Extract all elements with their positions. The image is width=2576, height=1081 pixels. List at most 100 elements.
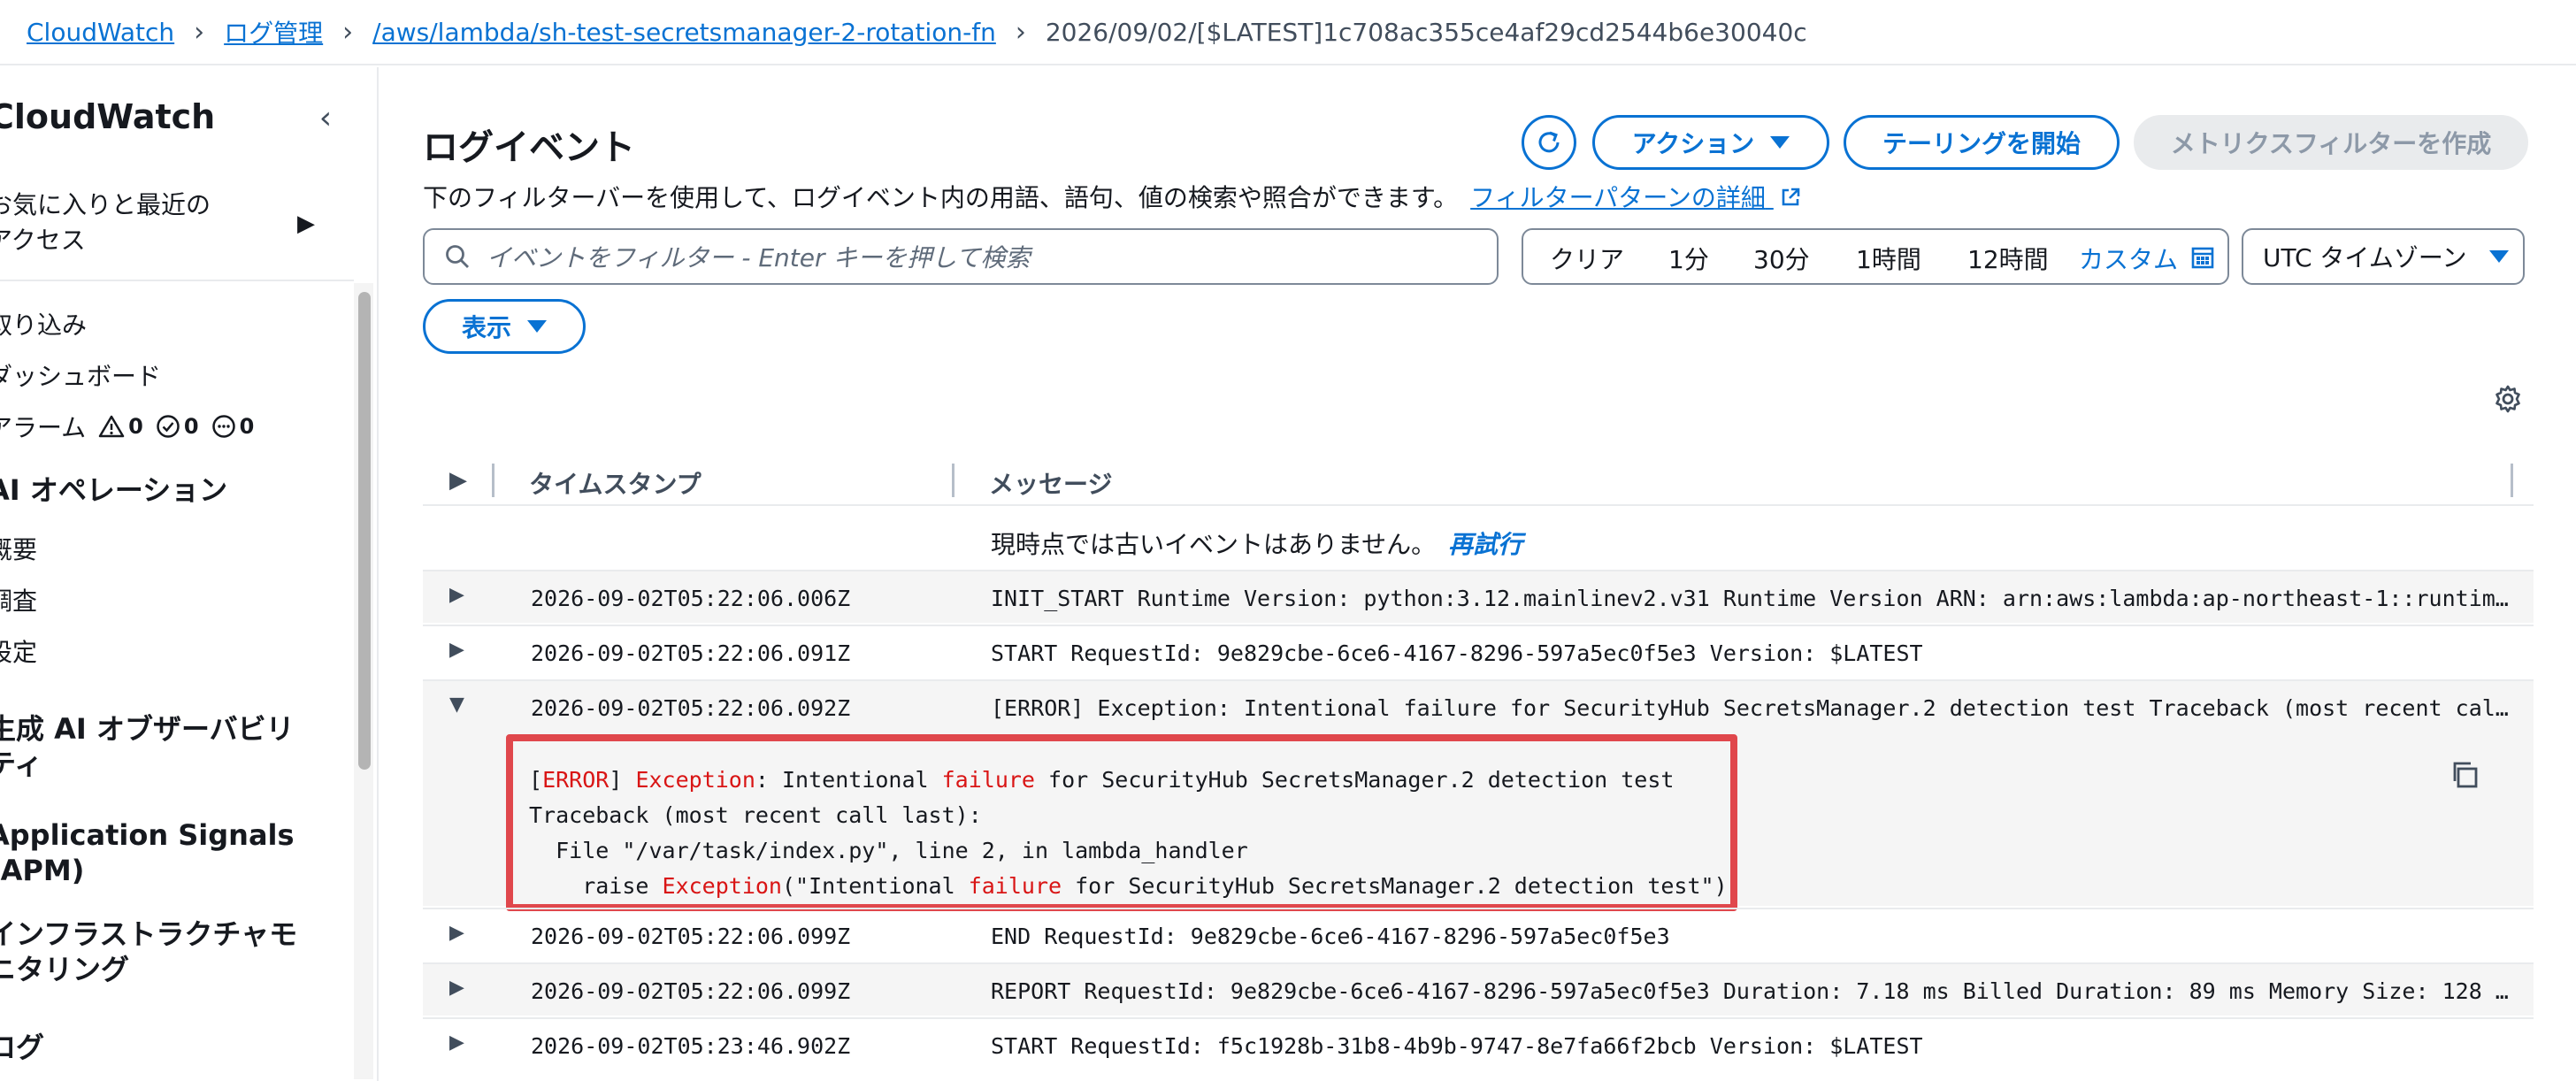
caret-right-icon[interactable]: ▶ — [449, 1031, 464, 1054]
check-circle-icon — [157, 415, 180, 438]
ellipsis-circle-icon — [211, 415, 235, 438]
breadcrumb-cloudwatch[interactable]: CloudWatch — [27, 18, 174, 47]
copy-icon[interactable] — [2449, 759, 2480, 791]
range-custom[interactable]: カスタム — [2079, 241, 2178, 276]
sidebar-item-label: Application Signals — [0, 818, 295, 852]
row-timestamp: 2026-09-02T05:22:06.091Z — [531, 640, 851, 666]
sidebar-section-ai-ops[interactable]: AI オペレーション — [0, 472, 227, 508]
actions-button[interactable]: アクション — [1592, 115, 1829, 170]
column-divider[interactable] — [2511, 464, 2513, 497]
caret-down-icon — [527, 320, 547, 333]
caret-right-icon[interactable]: ▶ — [449, 639, 464, 661]
range-30m[interactable]: 30分 — [1753, 241, 1810, 276]
gear-icon[interactable] — [2493, 384, 2523, 414]
calendar-icon[interactable] — [2190, 245, 2215, 270]
caret-right-icon[interactable]: ▶ — [449, 922, 464, 944]
sidebar-item-overview[interactable]: 概要 — [0, 531, 37, 566]
caret-down-icon — [2489, 250, 2510, 263]
range-1m[interactable]: 1分 — [1668, 241, 1709, 276]
alarm-count: 0 — [128, 414, 143, 439]
row-message: INIT_START Runtime Version: python:3.12.… — [991, 586, 2521, 611]
alarm-count: 0 — [183, 414, 199, 439]
caret-right-icon[interactable]: ▶ — [449, 977, 464, 999]
breadcrumb-log-group[interactable]: /aws/lambda/sh-test-secretsmanager-2-rot… — [372, 18, 996, 47]
table-row[interactable]: ▶ 2026-09-02T05:22:06.091Z START Request… — [423, 625, 2534, 678]
row-message: [ERROR] Exception: Intentional failure f… — [991, 695, 2521, 721]
column-header-message[interactable]: メッセージ — [989, 465, 1112, 501]
actions-button-label: アクション — [1631, 129, 1755, 158]
time-range-selector: クリア 1分 30分 1時間 12時間 カスタム — [1522, 228, 2229, 285]
sidebar-section-infra-monitoring[interactable]: インフラストラクチャモ ニタリング — [0, 916, 297, 987]
description-text: 下のフィルターバーを使用して、ログイベント内の用語、語句、値の検索や照合ができま… — [423, 183, 1459, 212]
timezone-select[interactable]: UTC タイムゾーン — [2242, 228, 2525, 285]
external-link-icon — [1782, 188, 1800, 206]
column-header-timestamp[interactable]: タイムスタンプ — [529, 465, 702, 501]
alarm-badge-ok: 0 — [156, 414, 199, 439]
column-divider[interactable] — [952, 464, 954, 497]
alarm-count: 0 — [239, 414, 255, 439]
sidebar-item-label: お気に入りと最近の — [0, 190, 211, 219]
expand-all-icon[interactable]: ▶ — [449, 467, 467, 494]
row-timestamp: 2026-09-02T05:22:06.092Z — [531, 695, 851, 721]
warning-icon — [98, 415, 125, 438]
sidebar-item-label: アラーム — [0, 413, 87, 442]
sidebar-title: CloudWatch — [0, 97, 216, 136]
table-row[interactable]: ▶ 2026-09-02T05:23:46.902Z START Request… — [423, 1017, 2534, 1070]
sidebar-item-investigate[interactable]: 調査 — [0, 582, 37, 617]
view-button-label: 表示 — [461, 313, 511, 342]
sidebar-section-application-signals[interactable]: Application Signals (APM) — [0, 817, 295, 888]
sidebar-item-settings[interactable]: 設定 — [0, 633, 37, 669]
row-timestamp: 2026-09-02T05:22:06.006Z — [531, 586, 851, 611]
chevron-right-icon: › — [1015, 16, 1026, 48]
chevron-right-icon: › — [194, 16, 205, 48]
error-annotation-box — [506, 734, 1737, 911]
sidebar-item-alarm[interactable]: アラーム 0 0 0 — [0, 409, 254, 444]
sidebar-item-dashboard[interactable]: ダッシュボード — [0, 357, 161, 393]
range-12h[interactable]: 12時間 — [1967, 241, 2049, 276]
sidebar-item-label: (APM) — [0, 854, 85, 887]
breadcrumb-log-management[interactable]: ログ管理 — [224, 14, 323, 50]
row-message: END RequestId: 9e829cbe-6ce6-4167-8296-5… — [991, 924, 1670, 949]
row-message: START RequestId: 9e829cbe-6ce6-4167-8296… — [991, 640, 1923, 666]
page-title: ログイベント — [423, 127, 635, 168]
sidebar-item-favorites[interactable]: お気に入りと最近の アクセス — [0, 188, 280, 258]
table-row[interactable]: ▶ 2026-09-02T05:22:06.099Z END RequestId… — [423, 908, 2534, 961]
search-icon — [446, 245, 469, 268]
collapse-icon[interactable]: ‹ — [310, 101, 341, 136]
range-1h[interactable]: 1時間 — [1856, 241, 1921, 276]
filter-pattern-link-label: フィルターパターンの詳細 — [1470, 183, 1766, 212]
sidebar-item-label: ニタリング — [0, 953, 130, 986]
table-row-expanded[interactable]: ▼ 2026-09-02T05:22:06.092Z [ERROR] Excep… — [423, 679, 2534, 732]
alarm-badge-insufficient: 0 — [211, 414, 255, 439]
create-metric-filter-button[interactable]: メトリクスフィルターを作成 — [2134, 115, 2528, 170]
sidebar-section-genai[interactable]: 生成 AI オブザーバビリ ティ — [0, 711, 295, 782]
filter-pattern-link[interactable]: フィルターパターンの詳細 — [1470, 183, 1802, 212]
sidebar-section-logs[interactable]: ログ — [0, 1030, 44, 1065]
table-row[interactable]: ▶ 2026-09-02T05:22:06.099Z REPORT Reques… — [423, 962, 2534, 1016]
caret-right-icon[interactable]: ▶ — [449, 584, 464, 606]
caret-down-icon[interactable]: ▼ — [449, 694, 464, 716]
sidebar-item-ingest[interactable]: 取り込み — [0, 306, 87, 341]
sidebar-item-label: 生成 AI オブザーバビリ — [0, 712, 295, 746]
row-timestamp: 2026-09-02T05:22:06.099Z — [531, 978, 851, 1004]
no-older-text: 現時点では古いイベントはありません。 — [991, 530, 1437, 559]
retry-link[interactable]: 再試行 — [1448, 530, 1522, 559]
refresh-button[interactable] — [1522, 115, 1576, 170]
chevron-right-icon: › — [342, 16, 354, 48]
breadcrumb: CloudWatch › ログ管理 › /aws/lambda/sh-test-… — [0, 0, 2576, 65]
sidebar-item-label: アクセス — [0, 226, 86, 255]
alarm-badge-alarm: 0 — [98, 414, 143, 439]
range-clear[interactable]: クリア — [1550, 241, 1624, 276]
sidebar-item-label: ティ — [0, 748, 43, 781]
scrollbar-thumb[interactable] — [358, 292, 371, 770]
caret-right-icon[interactable]: ▶ — [297, 211, 315, 237]
start-tailing-button[interactable]: テーリングを開始 — [1844, 115, 2120, 170]
table-row[interactable]: ▶ 2026-09-02T05:22:06.006Z INIT_START Ru… — [423, 570, 2534, 623]
view-button[interactable]: 表示 — [423, 299, 586, 354]
no-older-events-message: 現時点では古いイベントはありません。 再試行 — [991, 525, 1522, 561]
search-placeholder: イベントをフィルター - Enter キーを押して検索 — [487, 243, 1031, 272]
log-table-header: ▶ タイムスタンプ メッセージ — [423, 456, 2534, 506]
caret-down-icon — [1770, 136, 1790, 149]
sidebar: CloudWatch ‹ お気に入りと最近の アクセス ▶ 取り込み ダッシュボ… — [0, 67, 379, 1081]
event-filter-search[interactable]: イベントをフィルター - Enter キーを押して検索 — [423, 228, 1499, 285]
